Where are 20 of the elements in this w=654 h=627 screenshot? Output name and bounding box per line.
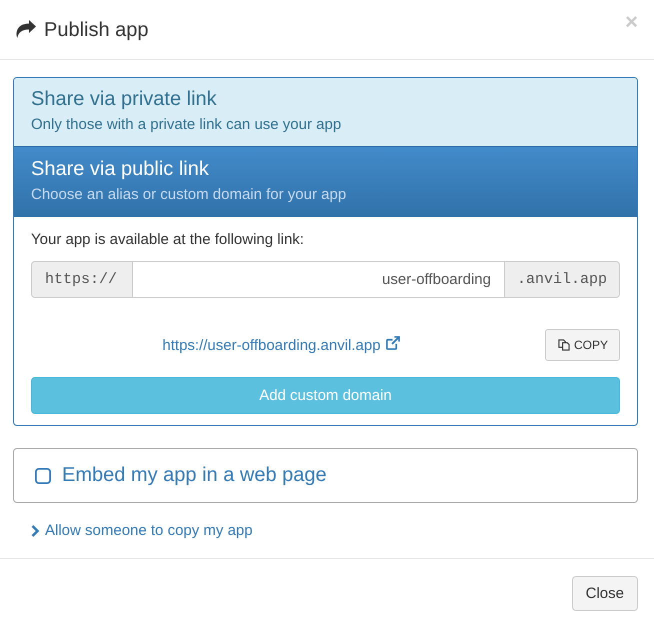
link-intro-text: Your app is available at the following link: (31, 230, 305, 250)
embed-option-label: Embed my app in a web page (62, 464, 327, 487)
option-title: Share via public link (31, 158, 210, 180)
share-option[interactable]: Share via private link Only those with a private link can use your app (14, 78, 637, 146)
option-title: Share via private link (31, 88, 218, 110)
copy-button[interactable]: COPY (544, 329, 620, 361)
option-description: Choose an alias or custom domain for your app (31, 185, 348, 205)
copy-access-toggle[interactable]: Allow someone to copy my app (30, 522, 253, 539)
app-url-link[interactable]: https://user-offboarding.anvil.app (162, 337, 381, 354)
alias-input[interactable]: user-offboarding (133, 261, 504, 298)
url-prefix: https:// (31, 261, 133, 298)
external-link-icon (386, 336, 400, 350)
domain-suffix: .anvil.app (504, 261, 620, 298)
copy-icon (558, 339, 570, 351)
share-option[interactable]: Share via public link Choose an alias or custom domain for your app (14, 146, 637, 217)
dialog-title: Publish app (44, 18, 149, 40)
curved-arrow-icon (16, 20, 36, 38)
option-description: Only those with a private link can use your app (31, 115, 342, 135)
close-dialog-button[interactable]: Close (572, 576, 638, 611)
embed-option[interactable]: Embed my app in a web page (13, 448, 638, 503)
